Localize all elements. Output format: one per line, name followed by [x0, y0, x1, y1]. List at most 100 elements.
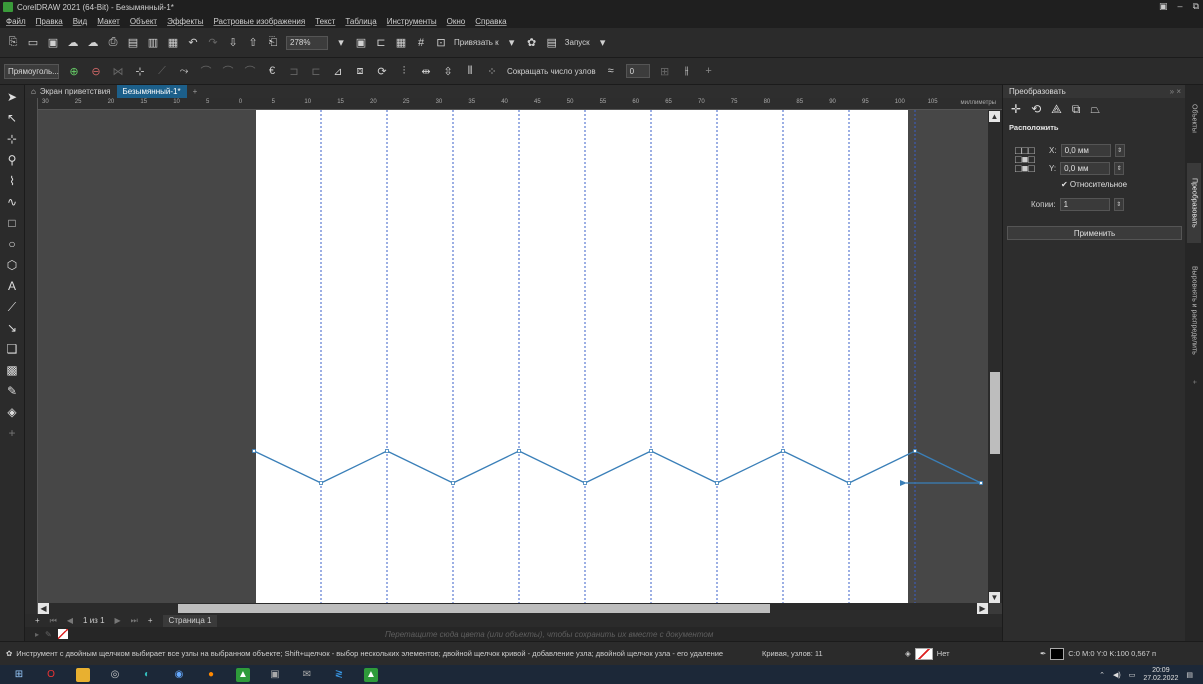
notification-icon[interactable]: ▤ — [1186, 671, 1193, 679]
smoothness-input[interactable]: 0 — [625, 64, 650, 78]
full-screen-icon[interactable]: ▣ — [354, 36, 368, 50]
no-color-swatch[interactable] — [57, 629, 68, 639]
delete-node-icon[interactable]: ⊖ — [89, 64, 103, 78]
stretch-nodes-icon[interactable]: ⧈ — [353, 64, 367, 78]
join-nodes-icon[interactable]: ⋈ — [111, 64, 125, 78]
palette-menu-icon[interactable]: ▸ — [35, 630, 39, 639]
grid-icon[interactable]: ▦ — [394, 36, 408, 50]
photo-app-icon[interactable]: ▣ — [268, 668, 282, 682]
last-page-icon[interactable]: ⏭ — [131, 616, 138, 626]
extract-subpath-icon[interactable]: ⊏ — [309, 64, 323, 78]
canvas-drawing-layer[interactable] — [38, 110, 988, 603]
crop-tool-icon[interactable]: ⊹ — [4, 131, 20, 147]
boundary-nodes-icon[interactable]: ⊞ — [658, 64, 672, 78]
horizontal-scrollbar[interactable]: ◀ ▶ — [38, 603, 988, 614]
chrome-icon[interactable]: ◎ — [108, 668, 122, 682]
to-line-icon[interactable]: ⟋ — [155, 64, 169, 78]
page-tab-1[interactable]: Страница 1 — [162, 614, 218, 627]
copies-input[interactable]: 1 — [1059, 198, 1110, 211]
extend-curve-icon[interactable]: ⊐ — [287, 64, 301, 78]
horizontal-scroll-thumb[interactable] — [178, 604, 770, 613]
next-page-icon[interactable]: ▶ — [115, 616, 121, 625]
size-mode-icon[interactable]: ⧉ — [1072, 102, 1081, 117]
shape-tool-icon[interactable]: ↖ — [4, 110, 20, 126]
vscode-icon[interactable]: ≷ — [332, 668, 346, 682]
zoom-tool-icon[interactable]: ⚲ — [4, 152, 20, 168]
new-tab-button[interactable]: + — [187, 85, 204, 98]
tab-document[interactable]: Безымянный-1* — [116, 85, 187, 98]
anchor-grid-icon[interactable]: □□□ □■□ □■□ — [1015, 146, 1035, 175]
eyedropper-tool-icon[interactable]: ✎ — [4, 383, 20, 399]
y-spinner-icon[interactable]: ⇕ — [1114, 162, 1125, 175]
vertical-scroll-thumb[interactable] — [990, 372, 1000, 454]
text-tool-icon[interactable]: A — [4, 278, 20, 294]
snap-icon[interactable]: ⊡ — [434, 36, 448, 50]
drawing-canvas[interactable] — [38, 110, 988, 603]
connector-tool-icon[interactable]: ↘ — [4, 320, 20, 336]
symmetric-node-icon[interactable]: ⌒ — [243, 64, 257, 78]
curve-smoothness-icon[interactable]: ≈ — [604, 64, 618, 78]
open-folder-icon[interactable]: ▭ — [26, 36, 40, 50]
menu-tools[interactable]: Инструменты — [387, 17, 437, 26]
add-icon[interactable]: + — [702, 64, 716, 78]
coreldraw-taskbar-icon[interactable]: ▲ — [236, 667, 250, 682]
zigzag-curve[interactable] — [253, 450, 982, 484]
tab-objects[interactable]: Объекты — [1187, 91, 1201, 146]
menu-object[interactable]: Объект — [130, 17, 157, 26]
menu-view[interactable]: Вид — [73, 17, 87, 26]
curve-node[interactable] — [517, 449, 521, 453]
browser-icon[interactable]: ◉ — [172, 668, 186, 682]
apply-button[interactable]: Применить — [1007, 226, 1182, 240]
print-icon[interactable]: ⎙ — [106, 36, 120, 50]
start-windows-icon[interactable]: ⊞ — [12, 668, 26, 682]
tab-transform[interactable]: Преобразовать — [1187, 163, 1201, 243]
paste-icon[interactable]: ▦ — [166, 36, 180, 50]
menu-edit[interactable]: Правка — [36, 17, 63, 26]
launch-app-icon[interactable]: ▤ — [545, 36, 559, 50]
reduce-nodes-button[interactable]: Сокращать число узлов — [507, 67, 596, 76]
scroll-left-icon[interactable]: ◀ — [38, 603, 49, 614]
save-icon[interactable]: ▣ — [46, 36, 60, 50]
export-pdf-icon[interactable]: ⎗ — [266, 36, 280, 50]
edge-icon[interactable]: ◐ — [140, 668, 154, 682]
curve-node[interactable] — [385, 449, 389, 453]
volume-icon[interactable]: ◀) — [1113, 671, 1121, 679]
artistic-media-icon[interactable]: ∿ — [4, 194, 20, 210]
ellipse-tool-icon[interactable]: ○ — [4, 236, 20, 252]
y-position-input[interactable]: 0,0 мм — [1060, 162, 1111, 175]
copy-icon[interactable]: ▥ — [146, 36, 160, 50]
rotate-nodes-icon[interactable]: ⟳ — [375, 64, 389, 78]
pick-tool-icon[interactable]: ➤ — [4, 89, 20, 105]
menu-window[interactable]: Окно — [447, 17, 466, 26]
window-restore-icon[interactable]: ▣ — [1159, 1, 1168, 12]
rectangle-tool-icon[interactable]: □ — [4, 215, 20, 231]
firefox-icon[interactable]: ● — [204, 668, 218, 682]
menu-bitmaps[interactable]: Растровые изображения — [213, 17, 305, 26]
rotate-mode-icon[interactable]: ⟲ — [1031, 102, 1041, 117]
chevron-down-icon[interactable]: ▾ — [505, 36, 519, 50]
cusp-node-icon[interactable]: ⌒ — [199, 64, 213, 78]
copies-spinner-icon[interactable]: ⇕ — [1113, 198, 1124, 211]
mirror-vertical-icon[interactable]: ⇳ — [441, 64, 455, 78]
curve-node[interactable] — [913, 449, 917, 453]
freehand-tool-icon[interactable]: ⌇ — [4, 173, 20, 189]
network-icon[interactable]: ▭ — [1129, 671, 1136, 679]
import-icon[interactable]: ⇩ — [226, 36, 240, 50]
clock[interactable]: 20:09 27.02.2022 — [1143, 667, 1178, 683]
menu-text[interactable]: Текст — [315, 17, 335, 26]
docker-close-icon[interactable]: » × — [1170, 87, 1181, 96]
scroll-down-icon[interactable]: ▼ — [989, 592, 1000, 603]
parallel-dimension-icon[interactable]: ⟋ — [4, 299, 20, 315]
scale-mirror-mode-icon[interactable]: ⟁ — [1051, 102, 1062, 117]
curve-node[interactable] — [252, 449, 256, 453]
reverse-direction-icon[interactable]: € — [265, 64, 279, 78]
curve-node[interactable] — [649, 449, 653, 453]
skew-mode-icon[interactable]: ⏢ — [1090, 102, 1100, 117]
select-all-nodes-icon[interactable]: ⁘ — [485, 64, 499, 78]
window-minimize-icon[interactable]: – — [1178, 1, 1183, 12]
eyedropper-icon[interactable]: ✎ — [45, 630, 52, 639]
x-spinner-icon[interactable]: ⇕ — [1114, 144, 1125, 157]
break-curve-icon[interactable]: ⊹ — [133, 64, 147, 78]
chevron-down-icon[interactable]: ▾ — [334, 36, 348, 50]
polygon-tool-icon[interactable]: ⬡ — [4, 257, 20, 273]
